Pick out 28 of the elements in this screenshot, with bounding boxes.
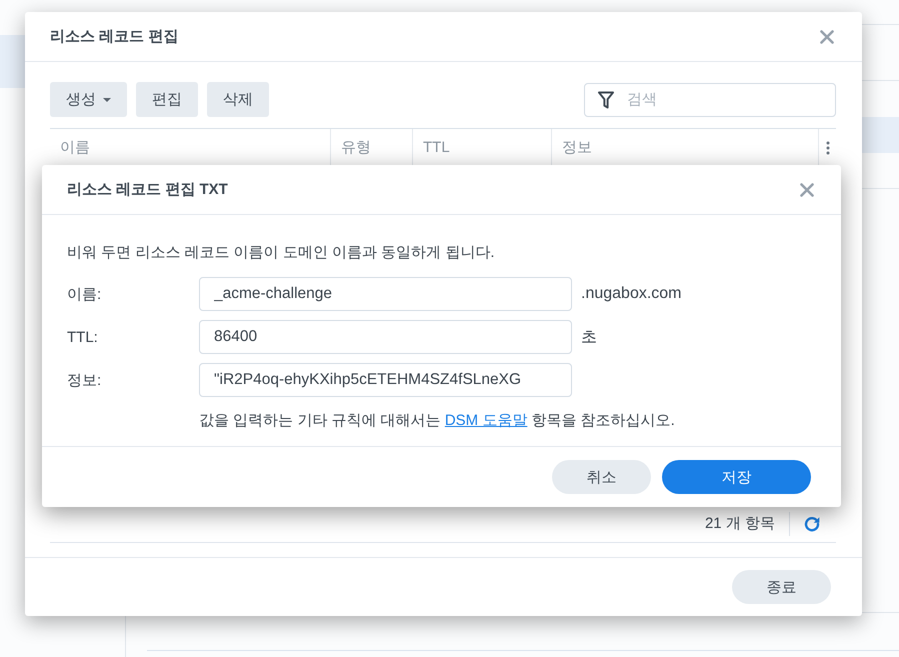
- caret-icon: [103, 98, 111, 102]
- cancel-button[interactable]: 취소: [552, 460, 651, 494]
- text-field[interactable]: _acme-challenge: [199, 277, 572, 311]
- field-suffix: 초: [581, 328, 597, 348]
- dialog-title: 리소스 레코드 편집 TXT: [67, 180, 228, 199]
- toolbar-button[interactable]: 삭제: [207, 82, 269, 117]
- field-label: TTL:: [67, 328, 99, 346]
- close-icon[interactable]: [820, 30, 834, 44]
- field-label: 이름:: [67, 284, 102, 304]
- dropdown-button[interactable]: 생성: [50, 82, 127, 117]
- text-field[interactable]: 86400: [199, 320, 572, 354]
- filter-icon: [598, 90, 614, 108]
- save-button[interactable]: 저장: [662, 460, 811, 494]
- item-count: 21 개 항목: [704, 514, 775, 533]
- help-link[interactable]: DSM 도움말: [444, 412, 528, 429]
- close-button[interactable]: 종료: [732, 570, 831, 604]
- text-field[interactable]: "iR2P4oq-ehyKXihp5cETEHM4SZ4fSLneXG: [199, 363, 572, 397]
- field-label: 정보:: [67, 370, 102, 390]
- dialog-title: 리소스 레코드 편집: [50, 27, 178, 46]
- toolbar-button[interactable]: 편집: [136, 82, 198, 117]
- more-icon[interactable]: [826, 140, 830, 154]
- field-suffix: .nugabox.com: [581, 285, 682, 303]
- close-icon[interactable]: [800, 182, 814, 196]
- row-highlight: [862, 117, 899, 153]
- search-field[interactable]: 검색: [584, 82, 836, 116]
- help-text: 값을 입력하는 기타 규칙에 대해서는 DSM 도움말 항목을 참조하십시오.: [199, 411, 676, 431]
- hint-text: 비워 두면 리소스 레코드 이름이 도메인 이름과 동일하게 됩니다.: [67, 243, 496, 263]
- refresh-icon[interactable]: [804, 516, 820, 532]
